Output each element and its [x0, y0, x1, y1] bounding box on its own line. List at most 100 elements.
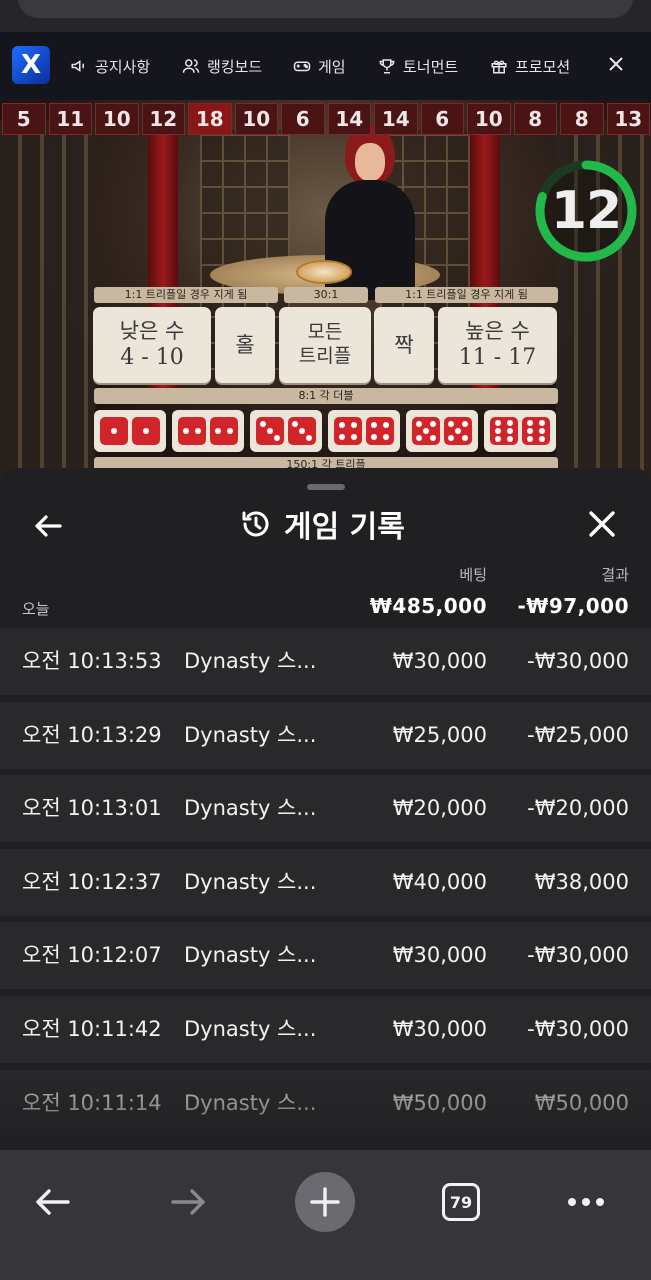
gamepad-icon — [293, 61, 311, 72]
bet-even[interactable]: 짝 — [374, 307, 434, 383]
result-streak: 5 11 10 12 18 10 6 14 14 6 10 8 8 13 — [2, 103, 650, 135]
streak-result: 10 — [467, 103, 511, 135]
bet-double-4[interactable] — [328, 410, 400, 452]
row-result: -₩30,000 — [527, 649, 629, 673]
nav-notice[interactable]: 공지사항 — [70, 32, 150, 100]
streak-result: 8 — [513, 103, 557, 135]
tab-switcher-button[interactable]: 79 — [424, 1165, 498, 1239]
dice-shaker — [296, 260, 352, 284]
sheet-handle[interactable] — [307, 484, 345, 490]
game-stream: 5 11 10 12 18 10 6 14 14 6 10 8 8 13 12 1:1 트리플일 경우 지… — [0, 100, 651, 480]
sheet-title: 게임 기록 — [240, 500, 405, 548]
nav-ranking[interactable]: 랭킹보드 — [182, 32, 262, 100]
today-result-total: -₩97,000 — [517, 594, 629, 618]
users-icon — [182, 59, 200, 73]
history-row[interactable]: 오전 10:11:14 Dynasty 스... ₩50,000 ₩50,000 — [0, 1069, 651, 1137]
nav-game-label: 게임 — [318, 57, 346, 76]
game-history-sheet: 게임 기록 베팅 결과 오늘 ₩485,000 -₩97,000 오전 10:1… — [0, 468, 651, 1160]
row-time: 오전 10:13:01 — [22, 796, 162, 821]
history-row[interactable]: 오전 10:13:01 Dynasty 스... ₩20,000 -₩20,000 — [0, 775, 651, 843]
close-icon[interactable] — [584, 506, 620, 542]
bet-big[interactable]: 높은 수 11 - 17 — [438, 307, 557, 383]
row-game: Dynasty 스... — [184, 1016, 317, 1041]
row-bet: ₩25,000 — [392, 722, 487, 747]
bet-even-label: 짝 — [394, 332, 414, 357]
row-result: ₩50,000 — [534, 1090, 629, 1115]
streak-result: 10 — [234, 103, 278, 135]
streak-result: 14 — [374, 103, 418, 135]
bet-odd[interactable]: 홀 — [215, 307, 275, 383]
bet-double-3[interactable] — [250, 410, 322, 452]
row-result: -₩30,000 — [527, 943, 629, 968]
row-result: -₩25,000 — [527, 722, 629, 747]
close-icon[interactable] — [604, 52, 628, 76]
browser-back-button[interactable] — [15, 1165, 89, 1239]
row-bet: ₩30,000 — [392, 943, 487, 968]
address-bar[interactable] — [18, 0, 633, 18]
nav-ranking-label: 랭킹보드 — [207, 57, 263, 76]
die-face-4-icon — [366, 417, 394, 445]
row-game: Dynasty 스... — [184, 869, 317, 894]
bet-double-1[interactable] — [94, 410, 166, 452]
bet-any-triple[interactable]: 모든 트리플 — [279, 307, 371, 383]
browser-menu-button[interactable] — [549, 1165, 623, 1239]
nav-tournament-label: 토너먼트 — [403, 57, 459, 76]
bet-odd-label: 홀 — [235, 332, 255, 357]
row-game: Dynasty 스... — [184, 1090, 317, 1115]
history-row[interactable]: 오전 10:12:37 Dynasty 스... ₩40,000 ₩38,000 — [0, 848, 651, 916]
bet-double-5[interactable] — [406, 410, 478, 452]
forward-arrow-icon — [171, 1189, 205, 1215]
site-nav: X 공지사항 랭킹보드 게임 토너먼트 프로모션 — [0, 32, 651, 100]
bet-small[interactable]: 낮은 수 4 - 10 — [93, 307, 211, 383]
history-row[interactable]: 오전 10:12:07 Dynasty 스... ₩30,000 -₩30,000 — [0, 922, 651, 990]
back-arrow-icon[interactable] — [30, 508, 66, 544]
trophy-icon — [379, 59, 395, 74]
die-face-1-icon — [100, 417, 128, 445]
more-icon — [568, 1198, 604, 1206]
history-row[interactable]: 오전 10:13:29 Dynasty 스... ₩25,000 -₩25,000 — [0, 701, 651, 769]
row-bet: ₩50,000 — [392, 1090, 487, 1115]
row-bet: ₩20,000 — [392, 796, 487, 821]
nav-promotion[interactable]: 프로모션 — [490, 32, 570, 100]
streak-result: 18 — [188, 103, 232, 135]
countdown-number: 12 — [550, 181, 622, 241]
browser-forward-button[interactable] — [152, 1165, 226, 1239]
nav-promotion-label: 프로모션 — [515, 57, 571, 76]
bet-double-6[interactable] — [484, 410, 556, 452]
column-result-header: 결과 — [601, 566, 629, 584]
history-row[interactable]: 오전 10:11:42 Dynasty 스... ₩30,000 -₩30,000 — [0, 995, 651, 1063]
bet-double-2[interactable] — [172, 410, 244, 452]
site-logo[interactable]: X — [12, 46, 50, 84]
sheet-title-text: 게임 기록 — [284, 510, 405, 545]
row-time: 오전 10:12:37 — [22, 869, 162, 894]
nav-game[interactable]: 게임 — [293, 32, 346, 100]
row-time: 오전 10:13:53 — [22, 649, 162, 673]
nav-tournament[interactable]: 토너먼트 — [378, 32, 458, 100]
gift-icon — [491, 60, 507, 74]
row-game: Dynasty 스... — [184, 722, 317, 747]
payout-small: 1:1 트리플일 경우 지게 됨 — [94, 287, 278, 303]
bet-big-label: 높은 수 — [465, 319, 530, 344]
history-row[interactable]: 오전 10:13:53 Dynasty 스... ₩30,000 -₩30,000 — [0, 628, 651, 695]
row-result: ₩38,000 — [534, 869, 629, 894]
die-face-2-icon — [210, 417, 238, 445]
back-arrow-icon — [36, 1189, 70, 1215]
today-label: 오늘 — [22, 600, 50, 618]
new-tab-button[interactable] — [288, 1165, 362, 1239]
die-face-6-icon — [522, 417, 550, 445]
row-bet: ₩40,000 — [392, 869, 487, 894]
die-face-2-icon — [178, 417, 206, 445]
row-bet: ₩30,000 — [392, 1016, 487, 1041]
row-result: -₩20,000 — [527, 796, 629, 821]
bet-big-range: 11 - 17 — [458, 345, 537, 371]
bet-any-triple-line1: 모든 — [307, 321, 343, 344]
bet-any-triple-line2: 트리플 — [298, 345, 352, 367]
streak-result: 12 — [141, 103, 185, 135]
megaphone-icon — [71, 60, 85, 72]
history-icon — [242, 511, 269, 537]
die-face-4-icon — [334, 417, 362, 445]
history-list: 오전 10:13:53 Dynasty 스... ₩30,000 -₩30,000 오전… — [0, 628, 651, 1143]
row-time: 오전 10:12:07 — [22, 943, 162, 968]
streak-result: 6 — [420, 103, 464, 135]
streak-result: 6 — [281, 103, 325, 135]
